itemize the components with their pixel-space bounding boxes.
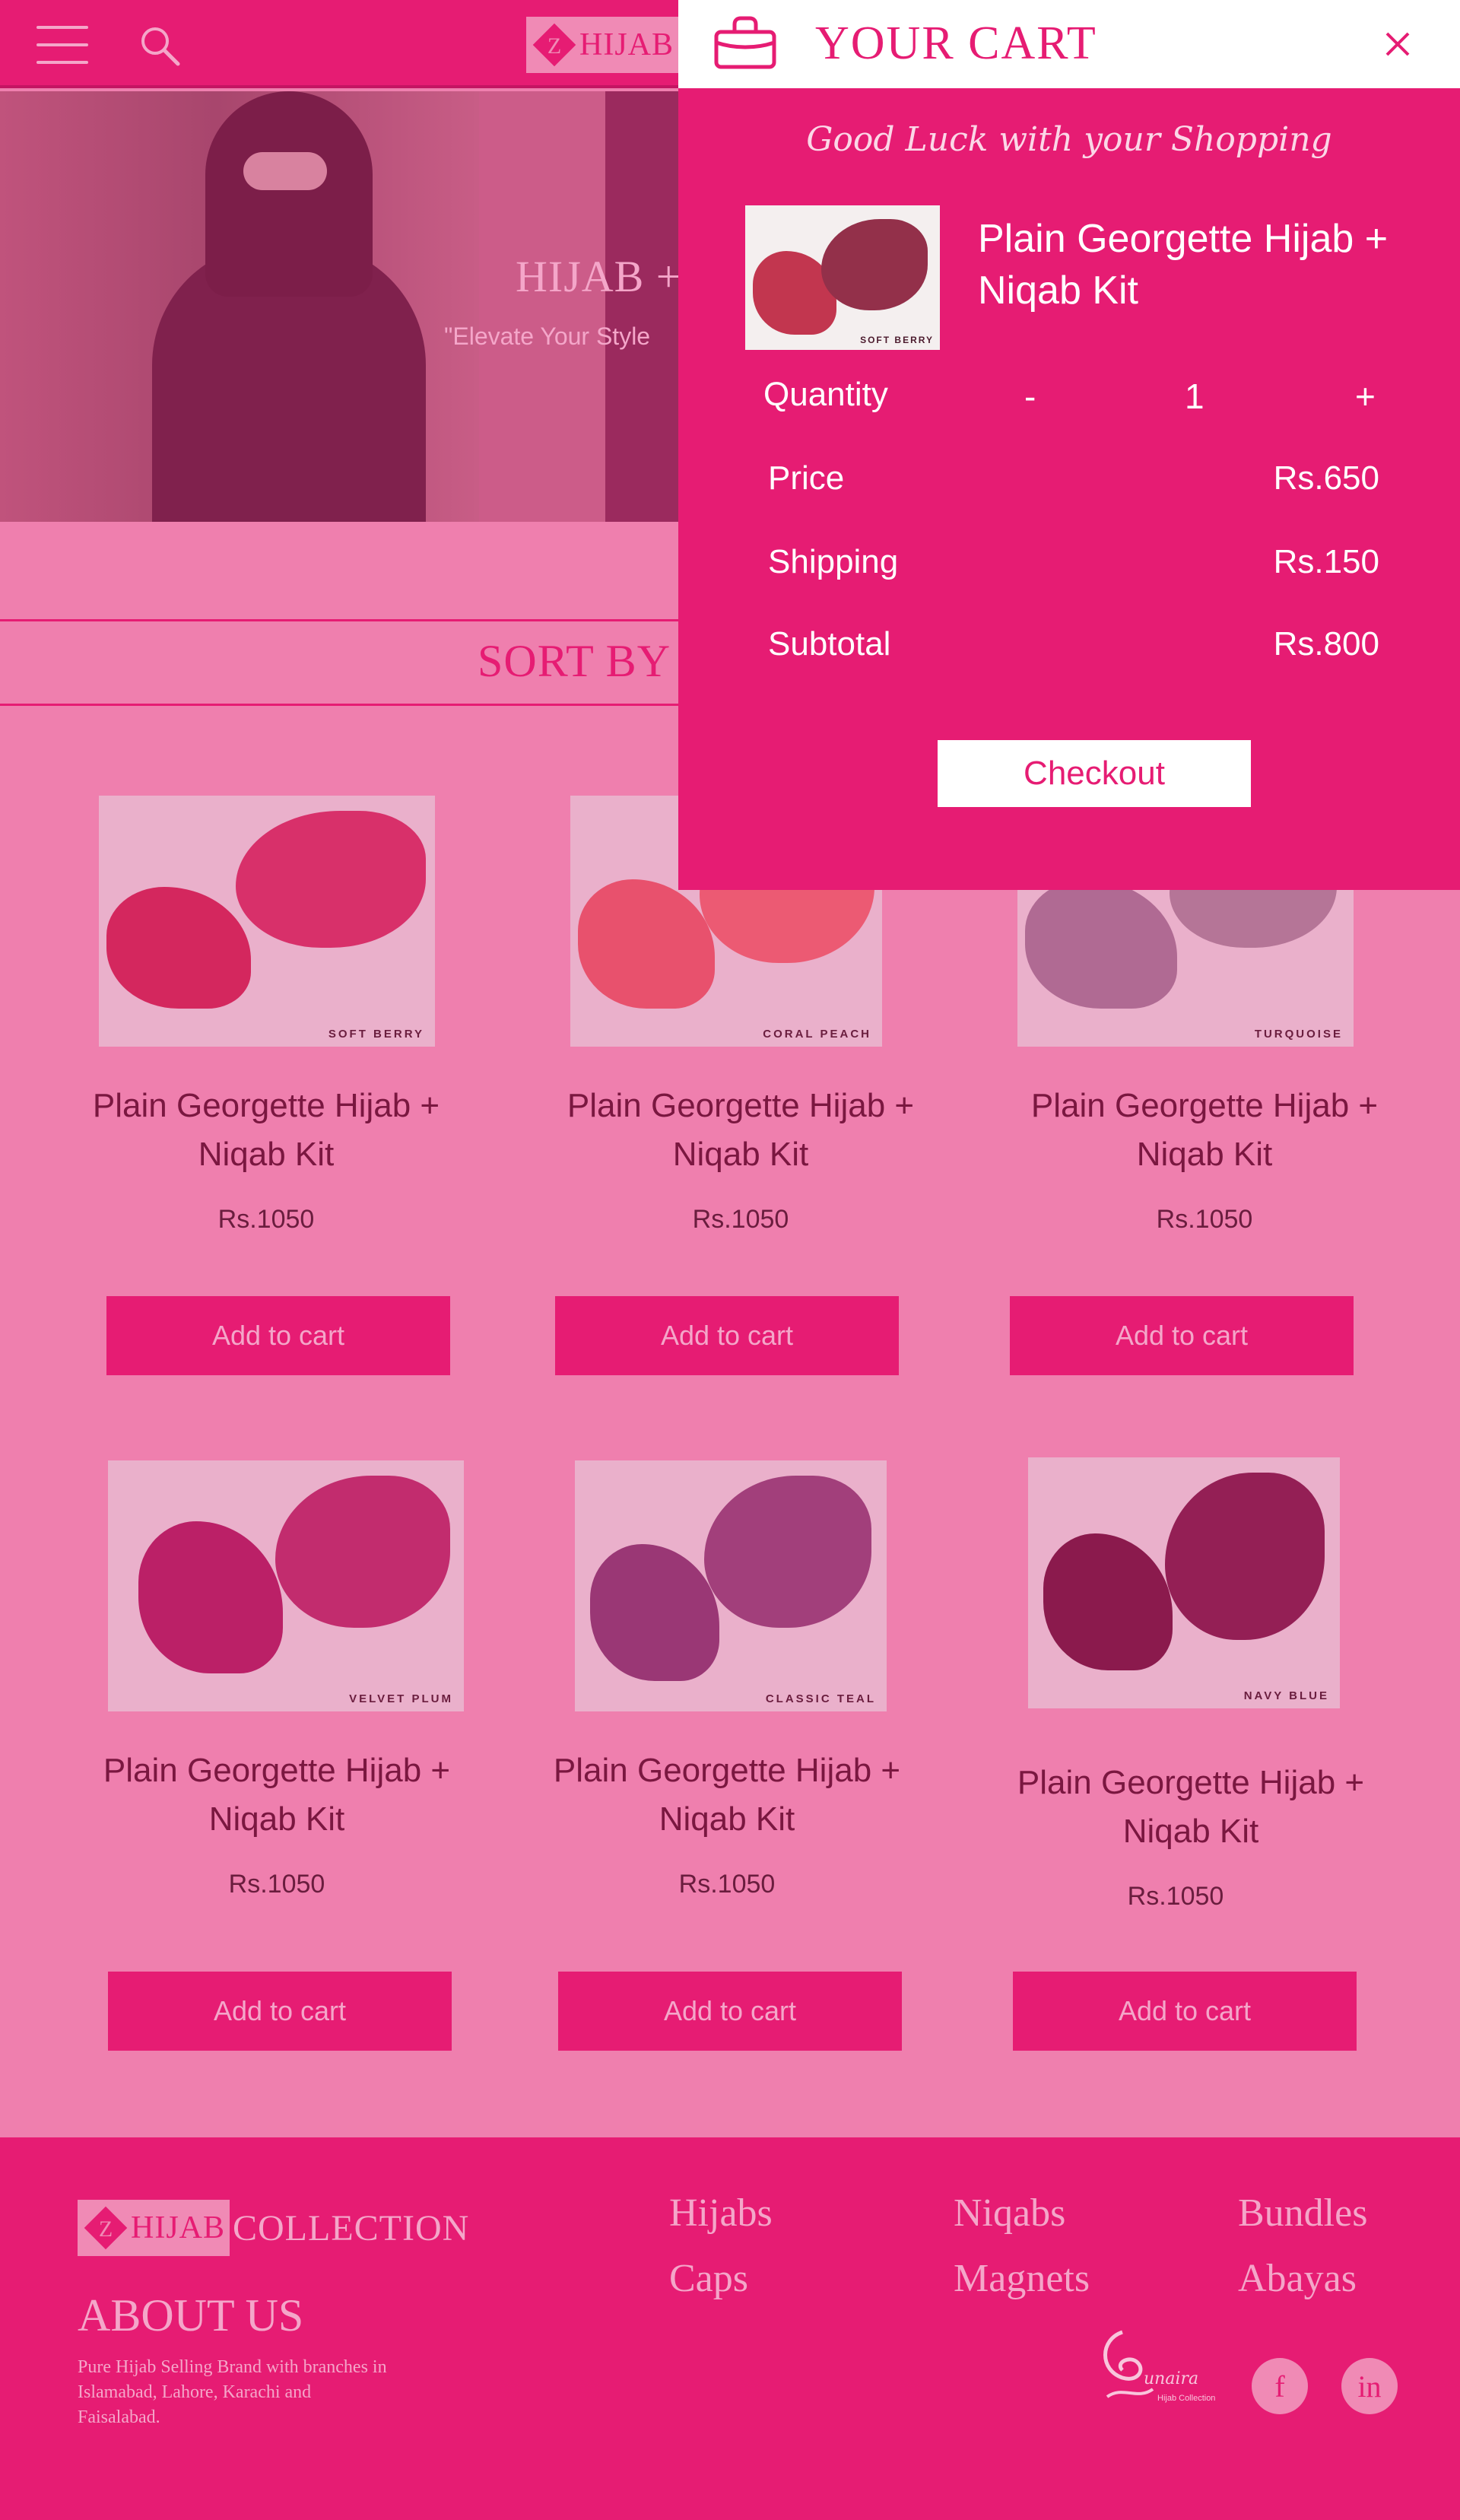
- product-price: Rs.1050: [692, 1205, 789, 1234]
- add-to-cart-button[interactable]: Add to cart: [555, 1296, 899, 1375]
- cart-title: YOUR CART: [815, 17, 1097, 69]
- facebook-icon[interactable]: f: [1252, 2358, 1308, 2414]
- footer-logo-box: Z HIJAB: [78, 2200, 230, 2256]
- footer-link-hijabs[interactable]: Hijabs: [669, 2191, 773, 2236]
- sort-label[interactable]: SORT BY: [478, 635, 671, 688]
- product-color-tag: CORAL PEACH: [763, 1028, 871, 1041]
- subtotal-value: Rs.800: [1273, 625, 1379, 663]
- product-image[interactable]: SOFT BERRY: [99, 796, 435, 1047]
- cart-item-name: Plain Georgette Hijab + Niqab Kit: [978, 217, 1389, 313]
- footer-logo-collection: COLLECTION: [233, 2207, 470, 2248]
- shopping-bag-icon: [714, 16, 776, 69]
- checkout-button[interactable]: Checkout: [938, 740, 1251, 807]
- hero-image-mid: [479, 91, 605, 522]
- quantity-decrease-button[interactable]: -: [1024, 376, 1036, 417]
- footer-logo[interactable]: Z HIJAB COLLECTION: [78, 2200, 469, 2256]
- product-color-tag: TURQUOISE: [1254, 1028, 1343, 1041]
- site-footer: Z HIJAB COLLECTION ABOUT US Pure Hijab S…: [0, 2137, 1460, 2520]
- add-to-cart-button[interactable]: Add to cart: [558, 1972, 902, 2051]
- footer-link-bundles[interactable]: Bundles: [1238, 2191, 1367, 2236]
- product-price: Rs.1050: [1127, 1882, 1224, 1911]
- zunaira-brand-logo: unaira Hijab Collection: [1103, 2330, 1215, 2403]
- hero-title: HIJAB +: [516, 252, 682, 301]
- cart-greeting: Good Luck with your Shopping: [806, 120, 1332, 159]
- hero-subtitle: "Elevate Your Style: [444, 323, 651, 350]
- product-niqab-shape: [1025, 879, 1177, 1009]
- menu-icon[interactable]: [36, 26, 88, 64]
- brand-subtitle: Hijab Collection: [1157, 2394, 1215, 2403]
- svg-text:Z: Z: [99, 2217, 113, 2242]
- add-to-cart-button[interactable]: Add to cart: [1013, 1972, 1357, 2051]
- product-niqab-shape: [590, 1544, 719, 1681]
- product-niqab-shape: [138, 1521, 283, 1673]
- logo-z-icon: Z: [532, 23, 576, 67]
- product-niqab-shape: [578, 879, 715, 1009]
- product-price: Rs.1050: [228, 1870, 325, 1899]
- product-image[interactable]: NAVY BLUE: [1028, 1457, 1340, 1708]
- product-color-tag: NAVY BLUE: [1243, 1689, 1329, 1702]
- product-price: Rs.1050: [678, 1870, 776, 1899]
- quantity-increase-button[interactable]: +: [1355, 376, 1376, 417]
- add-to-cart-button[interactable]: Add to cart: [108, 1972, 452, 2051]
- product-color-tag: CLASSIC TEAL: [765, 1692, 876, 1705]
- cart-item-hijab-shape: [821, 219, 928, 310]
- add-to-cart-button[interactable]: Add to cart: [106, 1296, 450, 1375]
- linkedin-icon[interactable]: in: [1341, 2358, 1398, 2414]
- product-niqab-shape: [1043, 1533, 1173, 1670]
- shipping-value: Rs.150: [1273, 543, 1379, 580]
- product-hijab-shape: [704, 1476, 871, 1628]
- quantity-label: Quantity: [763, 376, 888, 413]
- add-to-cart-button[interactable]: Add to cart: [1010, 1296, 1354, 1375]
- product-hijab-shape: [275, 1476, 450, 1628]
- price-label: Price: [768, 459, 845, 497]
- product-name[interactable]: Plain Georgette Hijab + Niqab Kit: [1007, 1082, 1402, 1179]
- footer-link-caps[interactable]: Caps: [669, 2256, 748, 2301]
- cart-item-image[interactable]: SOFT BERRY: [745, 205, 940, 350]
- footer-link-niqabs[interactable]: Niqabs: [954, 2191, 1065, 2236]
- product-color-tag: SOFT BERRY: [328, 1028, 424, 1041]
- about-title: ABOUT US: [78, 2290, 304, 2340]
- footer-link-abayas[interactable]: Abayas: [1238, 2256, 1357, 2301]
- svg-text:unaira: unaira: [1144, 2369, 1198, 2388]
- quantity-value: 1: [1185, 377, 1204, 416]
- footer-logo-text: HIJAB: [131, 2210, 226, 2245]
- hero-model-head: [205, 91, 373, 297]
- cart-item-color-tag: SOFT BERRY: [860, 335, 934, 345]
- shipping-label: Shipping: [768, 543, 899, 580]
- product-image[interactable]: CLASSIC TEAL: [575, 1460, 887, 1711]
- product-hijab-shape: [236, 811, 426, 948]
- product-name[interactable]: Plain Georgette Hijab + Niqab Kit: [993, 1759, 1389, 1856]
- product-hijab-shape: [1165, 1473, 1325, 1640]
- product-price: Rs.1050: [217, 1205, 315, 1234]
- cart-header: YOUR CART: [678, 0, 1460, 88]
- product-price: Rs.1050: [1156, 1205, 1253, 1234]
- product-name[interactable]: Plain Georgette Hijab + Niqab Kit: [529, 1746, 925, 1844]
- logo-z-icon: Z: [84, 2206, 128, 2250]
- logo-text: HIJAB: [579, 27, 674, 62]
- footer-link-magnets[interactable]: Magnets: [954, 2256, 1090, 2301]
- product-niqab-shape: [106, 887, 251, 1009]
- subtotal-label: Subtotal: [768, 625, 891, 663]
- product-name[interactable]: Plain Georgette Hijab + Niqab Kit: [68, 1082, 464, 1179]
- product-name[interactable]: Plain Georgette Hijab + Niqab Kit: [79, 1746, 474, 1844]
- hero-model-eyes: [243, 152, 327, 190]
- site-logo[interactable]: Z HIJAB: [526, 17, 678, 73]
- search-icon[interactable]: [137, 23, 182, 68]
- product-name[interactable]: Plain Georgette Hijab + Niqab Kit: [543, 1082, 938, 1179]
- cart-panel: YOUR CART Good Luck with your Shopping S…: [678, 0, 1460, 890]
- product-image[interactable]: VELVET PLUM: [108, 1460, 464, 1711]
- product-color-tag: VELVET PLUM: [349, 1692, 453, 1705]
- price-value: Rs.650: [1273, 459, 1379, 497]
- close-icon[interactable]: [1381, 27, 1414, 61]
- svg-text:Z: Z: [548, 33, 561, 59]
- about-text: Pure Hijab Selling Brand with branches i…: [78, 2357, 387, 2427]
